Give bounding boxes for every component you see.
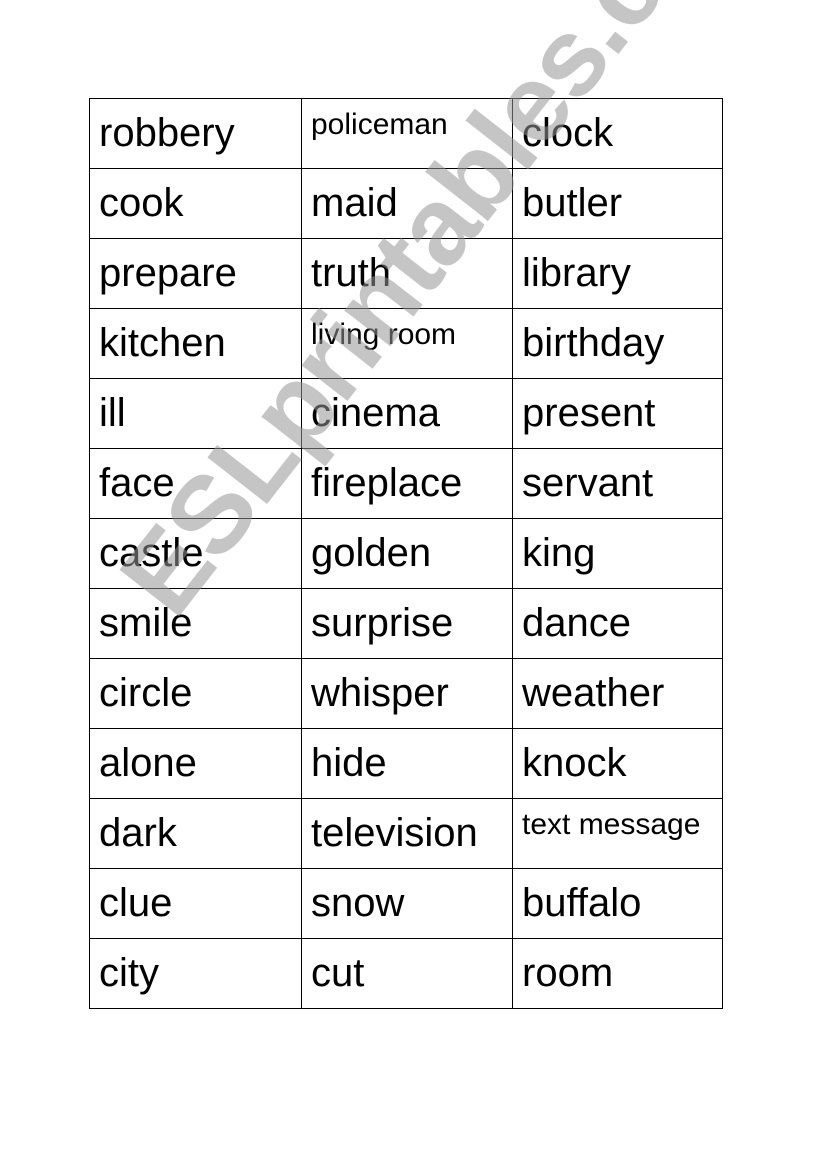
word-cell: library <box>512 238 723 309</box>
word-cell: living room <box>301 308 513 379</box>
word-cell: cook <box>89 168 302 239</box>
word-cell: fireplace <box>301 448 513 519</box>
word-row: smile surprise dance <box>89 588 723 659</box>
word-cell: ill <box>89 378 302 449</box>
word-row: robbery policeman clock <box>89 98 723 169</box>
word-cell: present <box>512 378 723 449</box>
word-cell: city <box>89 938 302 1009</box>
word-row: circle whisper weather <box>89 658 723 729</box>
word-cell: servant <box>512 448 723 519</box>
word-cell: cut <box>301 938 513 1009</box>
word-row: clue snow buffalo <box>89 868 723 939</box>
word-cell: smile <box>89 588 302 659</box>
word-cell: castle <box>89 518 302 589</box>
word-cell: knock <box>512 728 723 799</box>
word-cell: buffalo <box>512 868 723 939</box>
word-cell: weather <box>512 658 723 729</box>
word-cell: birthday <box>512 308 723 379</box>
word-row: ill cinema present <box>89 378 723 449</box>
word-cell: maid <box>301 168 513 239</box>
word-cell: robbery <box>89 98 302 169</box>
word-cell: room <box>512 938 723 1009</box>
word-cell: kitchen <box>89 308 302 379</box>
word-row: prepare truth library <box>89 238 723 309</box>
word-cell: clock <box>512 98 723 169</box>
word-cell: prepare <box>89 238 302 309</box>
word-cell: circle <box>89 658 302 729</box>
word-row: dark television text message <box>89 798 723 869</box>
word-cell: whisper <box>301 658 513 729</box>
word-cell: policeman <box>301 98 513 169</box>
word-cell: alone <box>89 728 302 799</box>
word-row: alone hide knock <box>89 728 723 799</box>
word-cell: snow <box>301 868 513 939</box>
word-cell: hide <box>301 728 513 799</box>
word-row: castle golden king <box>89 518 723 589</box>
word-cell: clue <box>89 868 302 939</box>
worksheet-page: robbery policeman clock cook maid butler prepa… <box>0 0 826 1169</box>
word-cell: dark <box>89 798 302 869</box>
word-table-body: robbery policeman clock cook maid butler prepa… <box>89 98 723 1009</box>
word-cell: truth <box>301 238 513 309</box>
word-row: kitchen living room birthday <box>89 308 723 379</box>
word-cell: television <box>301 798 513 869</box>
word-cell: butler <box>512 168 723 239</box>
word-cell: golden <box>301 518 513 589</box>
word-cell: king <box>512 518 723 589</box>
word-row: cook maid butler <box>89 168 723 239</box>
word-cell: text message <box>512 798 723 869</box>
word-row: face fireplace servant <box>89 448 723 519</box>
word-cell: face <box>89 448 302 519</box>
word-cell: surprise <box>301 588 513 659</box>
word-row: city cut room <box>89 938 723 1009</box>
word-cell: cinema <box>301 378 513 449</box>
word-cell: dance <box>512 588 723 659</box>
vocabulary-word-table: robbery policeman clock cook maid butler prepa… <box>89 98 723 1009</box>
